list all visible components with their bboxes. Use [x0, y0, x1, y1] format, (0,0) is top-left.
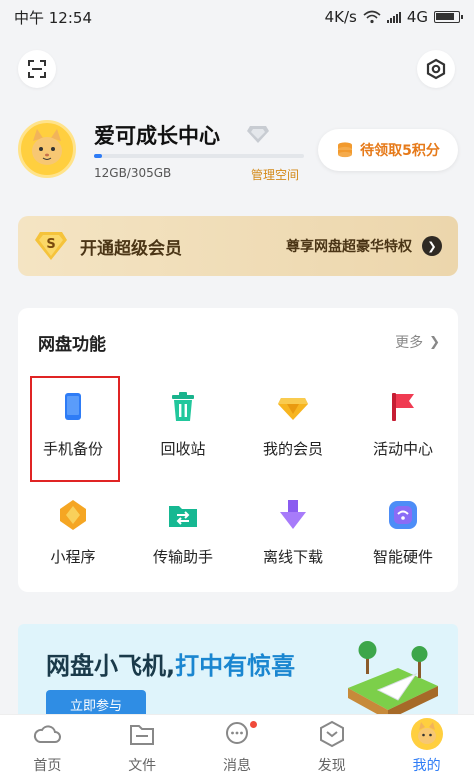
cloud-icon — [34, 725, 62, 743]
cat-avatar-icon — [32, 129, 62, 165]
chevron-right-icon: ❯ — [422, 236, 442, 256]
bottom-tab-bar: 首页 文件 消息 发现 我的 — [0, 714, 474, 779]
status-time: 中午 12:54 — [14, 8, 92, 27]
function-label: 小程序 — [50, 548, 96, 566]
gear-icon — [426, 58, 446, 80]
folder-icon — [130, 725, 155, 745]
function-phone-backup[interactable]: 手机备份 — [18, 380, 128, 480]
tab-label: 首页 — [33, 758, 62, 774]
message-icon — [225, 722, 248, 744]
paper-plane-illustration — [348, 641, 438, 720]
mini-program-icon — [60, 500, 86, 530]
tab-files[interactable]: 文件 — [95, 715, 190, 779]
tab-label: 我的 — [412, 758, 441, 774]
tab-label: 文件 — [128, 758, 157, 774]
function-label: 传输助手 — [152, 548, 213, 566]
function-label: 活动中心 — [372, 440, 433, 458]
svg-text:S: S — [46, 237, 55, 252]
super-vip-banner[interactable]: S 开通超级会员 尊享网盘超豪华特权 ❯ — [18, 216, 458, 276]
super-vip-s-icon: S — [35, 232, 67, 260]
diamond-badge-icon — [247, 126, 269, 143]
function-transfer-assistant[interactable]: 传输助手 — [128, 488, 238, 588]
network-type: 4G — [406, 8, 428, 26]
username[interactable]: 爱可成长中心 — [94, 120, 220, 150]
tab-label: 发现 — [317, 758, 346, 774]
offline-download-icon — [280, 500, 306, 529]
drive-functions-card: 网盘功能 更多 ❯ 手机备份 回收站 我的会员 活动中心 小程序 传输助手 离线… — [18, 308, 458, 592]
promo-banner[interactable]: 网盘小飞机,打中有惊喜 立即参与 — [18, 624, 458, 724]
function-label: 离线下载 — [262, 548, 323, 566]
promo-title: 网盘小飞机,打中有惊喜 — [46, 646, 295, 681]
section-title: 网盘功能 — [38, 335, 106, 355]
avatar[interactable] — [18, 120, 76, 178]
function-label: 手机备份 — [42, 440, 103, 458]
vip-subtitle: 尊享网盘超豪华特权 — [286, 239, 412, 255]
network-speed: 4K/s — [324, 8, 357, 26]
function-my-membership[interactable]: 我的会员 — [238, 380, 348, 480]
function-mini-program[interactable]: 小程序 — [18, 488, 128, 588]
function-activity-center[interactable]: 活动中心 — [348, 380, 458, 480]
function-label: 智能硬件 — [372, 548, 433, 566]
scan-button[interactable] — [18, 50, 56, 88]
membership-diamond-icon — [278, 398, 308, 420]
function-label: 回收站 — [160, 440, 206, 458]
signal-icon — [386, 11, 401, 23]
phone-backup-icon — [65, 393, 81, 420]
avatar-icon — [410, 718, 443, 750]
more-link[interactable]: 更多 ❯ — [395, 332, 440, 352]
status-bar: 中午 12:54 4K/s 4G — [0, 0, 474, 34]
manage-space-link[interactable]: 管理空间 — [251, 166, 299, 183]
function-recycle-bin[interactable]: 回收站 — [128, 380, 238, 480]
chevron-right-icon: ❯ — [429, 334, 440, 350]
transfer-folder-icon — [169, 506, 197, 527]
settings-button[interactable] — [417, 50, 455, 88]
more-label: 更多 — [395, 335, 424, 351]
tab-label: 消息 — [222, 758, 251, 774]
activity-flag-icon — [392, 393, 414, 421]
storage-usage: 12GB/305GB — [94, 166, 172, 180]
tab-home[interactable]: 首页 — [0, 715, 95, 779]
wifi-icon — [363, 10, 381, 24]
vip-title: 开通超级会员 — [80, 238, 182, 259]
storage-progress-bar — [94, 154, 304, 158]
promo-title-part2: 打中有惊喜 — [175, 652, 296, 680]
discover-icon — [319, 720, 344, 748]
promo-title-part1: 网盘小飞机, — [46, 652, 176, 680]
claim-points-label: 待领取5积分 — [360, 143, 440, 159]
vip-privilege-link[interactable]: 尊享网盘超豪华特权 ❯ — [286, 236, 442, 256]
claim-points-button[interactable]: 待领取5积分 — [318, 129, 458, 171]
function-label: 我的会员 — [262, 440, 323, 458]
function-smart-hardware[interactable]: 智能硬件 — [348, 488, 458, 588]
status-indicators: 4K/s 4G — [324, 8, 463, 26]
tab-discover[interactable]: 发现 — [284, 715, 379, 779]
tab-me[interactable]: 我的 — [379, 715, 474, 779]
tab-messages[interactable]: 消息 — [190, 715, 285, 779]
storage-progress-fill — [94, 154, 103, 158]
profile-section: 爱可成长中心 12GB/305GB 管理空间 待领取5积分 — [18, 118, 458, 190]
function-offline-download[interactable]: 离线下载 — [238, 488, 348, 588]
smart-hardware-icon — [389, 501, 417, 529]
scan-icon — [28, 60, 46, 78]
battery-icon — [434, 11, 463, 23]
recycle-bin-icon — [172, 392, 194, 421]
coins-icon — [338, 142, 353, 158]
